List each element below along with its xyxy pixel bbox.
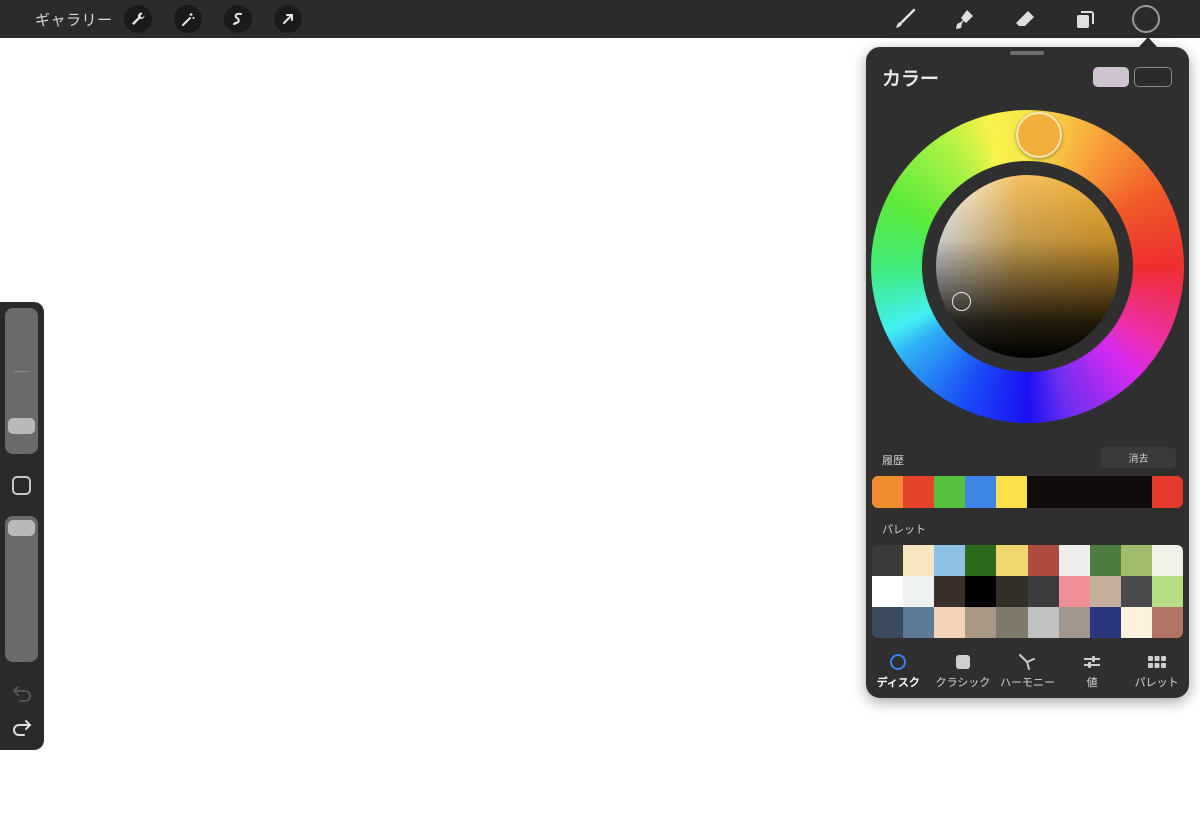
history-swatch[interactable] xyxy=(872,476,904,508)
grid-icon xyxy=(1147,652,1167,672)
palette-swatch[interactable] xyxy=(1089,607,1121,638)
palette-swatch[interactable] xyxy=(1058,607,1090,638)
left-sidebar xyxy=(0,302,44,750)
palette-swatch[interactable] xyxy=(934,545,966,576)
palette-swatch[interactable] xyxy=(1027,545,1059,576)
palette-swatch[interactable] xyxy=(996,576,1028,607)
palette-swatch[interactable] xyxy=(872,545,904,576)
history-swatch[interactable] xyxy=(1151,476,1183,508)
palette-swatch[interactable] xyxy=(1120,576,1152,607)
color-mode-tabbar: ディスク クラシック ハーモニー 値 パレット xyxy=(866,652,1189,692)
history-swatch[interactable] xyxy=(1089,476,1121,508)
palette-swatch[interactable] xyxy=(903,576,935,607)
palette-swatch[interactable] xyxy=(934,576,966,607)
tab-palette[interactable]: パレット xyxy=(1124,652,1189,692)
brush-size-slider[interactable] xyxy=(5,308,38,454)
opacity-thumb[interactable] xyxy=(8,520,35,536)
wrench-icon[interactable] xyxy=(124,5,152,33)
top-toolbar: ギャラリー xyxy=(0,0,1200,38)
history-swatch[interactable] xyxy=(996,476,1028,508)
clear-history-button[interactable]: 消去 xyxy=(1101,447,1176,468)
saturation-knob[interactable] xyxy=(952,292,971,311)
eraser-icon[interactable] xyxy=(1012,6,1038,32)
harmony-icon xyxy=(1017,652,1037,672)
disc-icon xyxy=(888,652,908,672)
tab-value[interactable]: 値 xyxy=(1060,652,1125,692)
palette-swatch[interactable] xyxy=(996,545,1028,576)
palette-swatch[interactable] xyxy=(965,545,997,576)
undo-icon[interactable] xyxy=(11,682,33,704)
palette-swatch[interactable] xyxy=(872,607,904,638)
tab-label: パレット xyxy=(1134,676,1179,689)
palette-swatch[interactable] xyxy=(965,576,997,607)
tab-label: ディスク xyxy=(876,676,920,689)
palette-swatch[interactable] xyxy=(1089,545,1121,576)
palette-swatch[interactable] xyxy=(903,607,935,638)
tab-disc[interactable]: ディスク xyxy=(866,652,931,692)
smudge-icon[interactable] xyxy=(952,6,978,32)
gallery-button[interactable]: ギャラリー xyxy=(35,9,113,30)
palette-swatch[interactable] xyxy=(1027,576,1059,607)
tab-label: クラシック xyxy=(935,676,991,689)
history-swatch[interactable] xyxy=(934,476,966,508)
saturation-brightness-disc[interactable] xyxy=(936,175,1119,358)
palette-swatch[interactable] xyxy=(1120,607,1152,638)
brush-size-thumb[interactable] xyxy=(8,418,35,434)
palette-swatch[interactable] xyxy=(872,576,904,607)
history-strip xyxy=(872,476,1183,508)
current-color-button[interactable] xyxy=(1132,5,1160,33)
magic-wand-icon[interactable] xyxy=(174,5,202,33)
redo-icon[interactable] xyxy=(11,716,33,738)
palette-swatch[interactable] xyxy=(903,545,935,576)
layers-icon[interactable] xyxy=(1072,6,1098,32)
selection-icon[interactable] xyxy=(224,5,252,33)
history-swatch[interactable] xyxy=(1120,476,1152,508)
move-arrow-icon[interactable] xyxy=(274,5,302,33)
primary-color-swatch[interactable] xyxy=(1093,67,1129,87)
square-icon xyxy=(953,652,973,672)
palette-swatch[interactable] xyxy=(934,607,966,638)
modify-button[interactable] xyxy=(12,476,31,495)
palette-swatch[interactable] xyxy=(1027,607,1059,638)
history-swatch[interactable] xyxy=(1058,476,1090,508)
tab-label: ハーモニー xyxy=(999,676,1055,689)
palette-swatch[interactable] xyxy=(996,607,1028,638)
hue-knob[interactable] xyxy=(1016,112,1062,158)
palette-swatch[interactable] xyxy=(1120,545,1152,576)
sliders-icon xyxy=(1082,652,1102,672)
palette-swatch[interactable] xyxy=(1058,545,1090,576)
palette-swatch[interactable] xyxy=(1151,576,1183,607)
palette-label: パレット xyxy=(882,523,926,536)
history-swatch[interactable] xyxy=(1027,476,1059,508)
tab-classic[interactable]: クラシック xyxy=(931,652,996,692)
panel-title: カラー xyxy=(882,68,940,90)
tab-label: 値 xyxy=(1086,676,1098,689)
slider-tick xyxy=(14,371,29,372)
palette-swatch[interactable] xyxy=(1151,545,1183,576)
secondary-color-swatch[interactable] xyxy=(1134,67,1172,87)
color-panel: カラー 履歴 消去 パレット ディスク クラシック ハーモニー 値 パレット xyxy=(866,47,1189,698)
palette-swatch[interactable] xyxy=(1058,576,1090,607)
palette-swatch[interactable] xyxy=(1151,607,1183,638)
history-swatch[interactable] xyxy=(903,476,935,508)
history-swatch[interactable] xyxy=(965,476,997,508)
palette-grid xyxy=(872,545,1183,638)
history-label: 履歴 xyxy=(882,454,904,467)
panel-grabber[interactable] xyxy=(1010,51,1044,55)
opacity-slider[interactable] xyxy=(5,516,38,662)
brush-icon[interactable] xyxy=(892,6,918,32)
palette-swatch[interactable] xyxy=(1089,576,1121,607)
tab-harmony[interactable]: ハーモニー xyxy=(995,652,1060,692)
palette-swatch[interactable] xyxy=(965,607,997,638)
